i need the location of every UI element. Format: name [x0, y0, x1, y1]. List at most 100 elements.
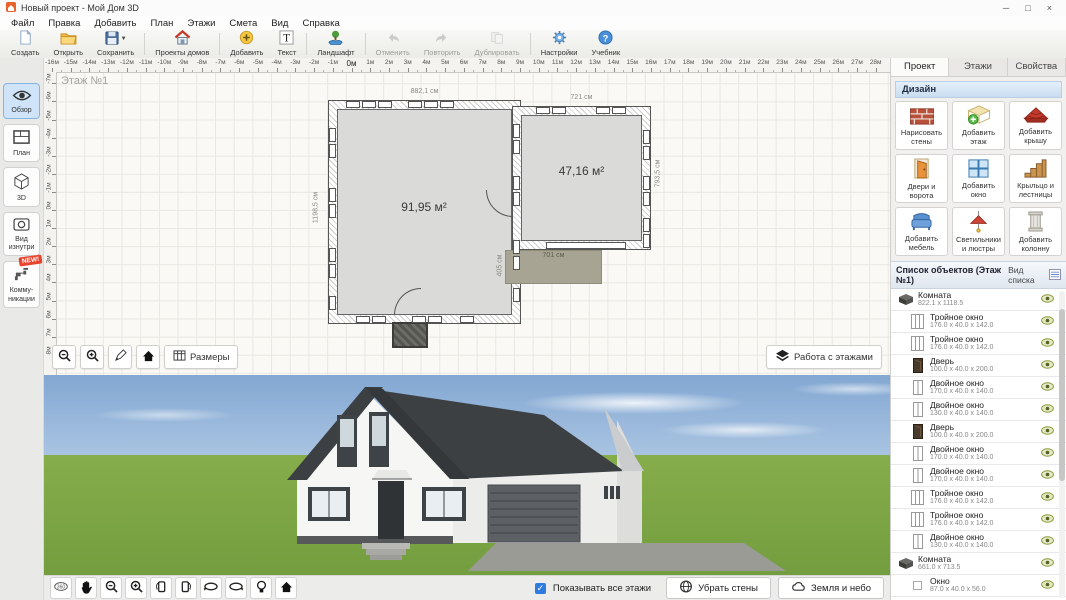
visibility-eye-icon[interactable]	[1041, 558, 1054, 570]
visibility-eye-icon[interactable]	[1041, 580, 1054, 592]
add-object-button[interactable]: Добавить	[223, 30, 270, 58]
settings-button[interactable]: Настройки	[534, 30, 585, 58]
visibility-eye-icon[interactable]	[1041, 448, 1054, 460]
design-button-column[interactable]: Добавить колонну	[1009, 207, 1062, 256]
visibility-eye-icon[interactable]	[1041, 404, 1054, 416]
minimize-button[interactable]: ─	[1003, 1, 1009, 15]
object-row[interactable]: Тройное окно176.0 x 40.0 x 142.0	[891, 509, 1066, 531]
redo-button[interactable]: Повторить	[417, 30, 468, 58]
ground-sky-button[interactable]: Земля и небо	[778, 577, 884, 599]
design-button-floor[interactable]: Добавить этаж	[952, 101, 1005, 150]
home-view-button[interactable]	[275, 577, 297, 599]
visibility-eye-icon[interactable]	[1041, 514, 1054, 526]
room-interior-right[interactable]	[521, 115, 642, 241]
plan-zoom-in-button[interactable]	[80, 345, 104, 369]
sidebar-item-plan[interactable]: План	[3, 124, 40, 162]
design-button-wall[interactable]: Нарисовать стены	[895, 101, 948, 150]
ruler-tick	[726, 68, 727, 72]
pan-button[interactable]	[75, 577, 97, 599]
object-row[interactable]: Комната822.1 x 1118.5	[891, 289, 1066, 311]
landscape-button[interactable]: Ландшафт	[310, 30, 361, 58]
undo-button[interactable]: Отменить	[369, 30, 417, 58]
maximize-button[interactable]: □	[1025, 1, 1030, 15]
menu-item-Смета[interactable]: Смета	[222, 18, 264, 29]
sidebar-item-cube[interactable]: 3D	[3, 167, 40, 207]
plan-sizes-button[interactable]: Размеры	[164, 345, 238, 369]
plan-canvas[interactable]: Этаж №1 882,1 см 721 см 1198,5 см 793,5 …	[56, 72, 890, 375]
zoom-out-3d-button[interactable]	[100, 577, 122, 599]
object-row[interactable]: Дверь100.0 x 40.0 x 200.0	[891, 355, 1066, 377]
save-dropdown-caret[interactable]: ▼	[121, 36, 127, 42]
visibility-eye-icon[interactable]	[1041, 426, 1054, 438]
house-projects-button[interactable]: Проекты домов	[148, 30, 216, 58]
rotate-right-button[interactable]	[175, 577, 197, 599]
rotate-left-button[interactable]	[150, 577, 172, 599]
visibility-eye-icon[interactable]	[1041, 536, 1054, 548]
visibility-eye-icon[interactable]	[1041, 492, 1054, 504]
duplicate-button[interactable]: Дублировать	[468, 30, 527, 58]
visibility-eye-icon[interactable]	[1041, 316, 1054, 328]
house-3d[interactable]	[44, 375, 890, 576]
text-button[interactable]: T Текст	[270, 30, 303, 58]
object-row[interactable]: Двойное окно170.0 x 40.0 x 140.0	[891, 377, 1066, 399]
open-button[interactable]: Открыть	[47, 30, 90, 58]
plan-measure-button[interactable]	[108, 345, 132, 369]
menu-item-Добавить[interactable]: Добавить	[87, 18, 143, 29]
zoom-in-3d-button[interactable]	[125, 577, 147, 599]
view-3d[interactable]: 360 ✓ Показывать все этажи Убрать стены	[44, 375, 890, 600]
design-button-furniture[interactable]: Добавить мебель	[895, 207, 948, 256]
menu-item-План[interactable]: План	[143, 18, 180, 29]
visibility-eye-icon[interactable]	[1041, 470, 1054, 482]
object-row[interactable]: Комната661.0 x 713.5	[891, 553, 1066, 575]
object-row[interactable]: Двойное окно130.0 x 40.0 x 140.0	[891, 399, 1066, 421]
menu-item-Справка[interactable]: Справка	[295, 18, 346, 29]
room-block-right[interactable]	[512, 106, 651, 250]
object-row[interactable]: Дверь100.0 x 40.0 x 200.0	[891, 421, 1066, 443]
light-button[interactable]	[250, 577, 272, 599]
scrollbar-thumb[interactable]	[1059, 309, 1065, 481]
porch-steps[interactable]	[392, 322, 428, 348]
sidebar-item-eye[interactable]: Обзор	[3, 83, 40, 119]
object-row[interactable]: Тройное окно176.0 x 40.0 x 142.0	[891, 311, 1066, 333]
tab-properties[interactable]: Свойства	[1008, 58, 1066, 76]
menu-item-Этажи[interactable]: Этажи	[180, 18, 222, 29]
visibility-eye-icon[interactable]	[1041, 360, 1054, 372]
object-row[interactable]: Двойное окно130.0 x 40.0 x 140.0	[891, 531, 1066, 553]
tab-floors[interactable]: Этажи	[949, 58, 1007, 76]
design-button-lamp[interactable]: Светильники и люстры	[952, 207, 1005, 256]
object-row[interactable]: Тройное окно176.0 x 40.0 x 142.0	[891, 487, 1066, 509]
menu-item-Правка[interactable]: Правка	[41, 18, 87, 29]
object-row[interactable]: Двойное окно170.0 x 40.0 x 140.0	[891, 443, 1066, 465]
new-project-button[interactable]: Создать	[4, 30, 47, 58]
object-row[interactable]: Двойное окно170.0 x 40.0 x 140.0	[891, 465, 1066, 487]
orbit-left-button[interactable]	[200, 577, 222, 599]
menu-item-Вид[interactable]: Вид	[264, 18, 295, 29]
tab-project[interactable]: Проект	[891, 58, 949, 76]
menu-item-Файл[interactable]: Файл	[4, 18, 41, 29]
tutorial-button[interactable]: ? Учебник	[584, 30, 627, 58]
object-row[interactable]: Тройное окно176.0 x 40.0 x 142.0	[891, 333, 1066, 355]
column-icon	[1026, 210, 1045, 236]
design-button-stairs[interactable]: Крыльцо и лестницы	[1009, 154, 1062, 203]
sidebar-item-interior[interactable]: Вид изнутри	[3, 212, 40, 256]
close-button[interactable]: ×	[1047, 1, 1052, 15]
orbit-right-button[interactable]	[225, 577, 247, 599]
design-button-window[interactable]: Добавить окно	[952, 154, 1005, 203]
sidebar-item-faucet[interactable]: Комму-никацииNEW!	[3, 261, 40, 307]
floors-work-button[interactable]: Работа с этажами	[766, 345, 882, 369]
save-button[interactable]: ▼ Сохранить	[90, 30, 141, 58]
visibility-eye-icon[interactable]	[1041, 338, 1054, 350]
plan-2d-view[interactable]: -16м-15м-14м-13м-12м-11м-10м-9м-8м-7м-6м…	[44, 58, 890, 375]
plan-zoom-out-button[interactable]	[52, 345, 76, 369]
object-row[interactable]: Окно87.0 x 40.0 x 56.0	[891, 575, 1066, 597]
rotate-360-button[interactable]: 360	[50, 577, 72, 599]
remove-walls-button[interactable]: Убрать стены	[666, 577, 771, 599]
show-all-floors-checkbox[interactable]: ✓	[535, 583, 546, 594]
list-view-control[interactable]: Вид списка	[1008, 265, 1061, 285]
visibility-eye-icon[interactable]	[1041, 382, 1054, 394]
objects-scrollbar[interactable]	[1059, 291, 1065, 598]
design-button-roof[interactable]: Добавить крышу	[1009, 101, 1062, 150]
visibility-eye-icon[interactable]	[1041, 294, 1054, 306]
plan-home-button[interactable]	[136, 345, 160, 369]
design-button-door[interactable]: Двери и ворота	[895, 154, 948, 203]
